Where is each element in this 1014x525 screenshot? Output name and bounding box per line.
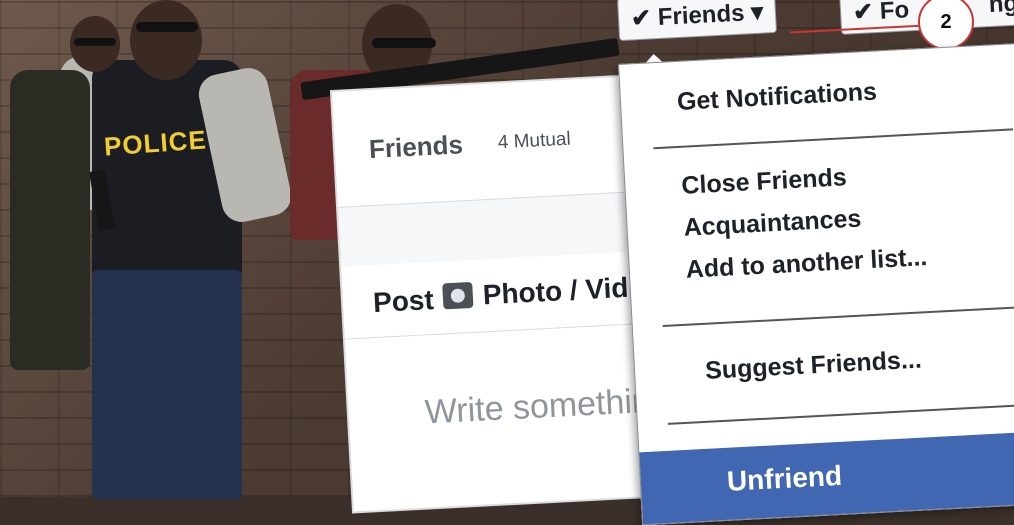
friends-dropdown-menu: Get Notifications Close Friends Acquaint…	[618, 41, 1014, 525]
camera-icon	[442, 281, 474, 310]
following-button-tail: ng	[988, 0, 1014, 19]
menu-item-unfriend-label: Unfriend	[726, 459, 843, 497]
menu-item-acquaintances[interactable]: Acquaintances	[683, 204, 862, 242]
composer-placeholder: Write somethin	[423, 381, 652, 432]
menu-item-close-friends[interactable]: Close Friends	[681, 163, 848, 201]
friends-title[interactable]: Friends	[368, 129, 463, 165]
mutual-friends-count[interactable]: 4 Mutual	[497, 129, 571, 155]
menu-item-suggest-friends[interactable]: Suggest Friends...	[704, 346, 922, 386]
tab-photo-video-label: Photo / Vide	[482, 270, 645, 311]
officer-far-left-body	[10, 70, 90, 370]
menu-item-unfriend[interactable]: Unfriend	[639, 430, 1014, 525]
menu-separator	[667, 404, 1014, 425]
sunglasses-2	[74, 38, 116, 46]
tab-photo-video[interactable]: Photo / Vide	[442, 271, 645, 313]
menu-separator	[662, 306, 1014, 328]
officer-jeans	[92, 270, 242, 500]
tab-post[interactable]: Post	[372, 284, 434, 319]
menu-item-get-notifications[interactable]: Get Notifications	[676, 78, 877, 117]
sunglasses	[136, 22, 198, 32]
menu-item-add-to-list[interactable]: Add to another list...	[685, 243, 928, 285]
officer-head	[130, 0, 202, 80]
menu-separator	[653, 128, 1014, 150]
sunglasses-3	[372, 38, 436, 48]
following-button-label: ✔ Fo	[852, 0, 910, 27]
